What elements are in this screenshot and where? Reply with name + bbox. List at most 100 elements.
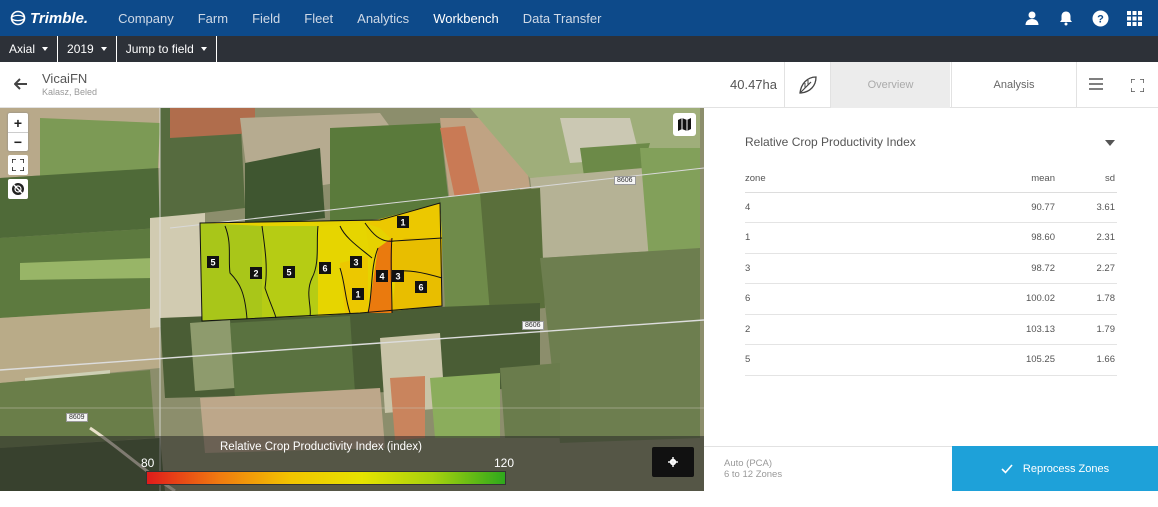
top-navbar: Trimble. Company Farm Field Fleet Analyt… [0, 0, 1158, 36]
jump-label: Jump to field [125, 42, 194, 56]
zone-label: 3 [353, 258, 358, 268]
org-label: Axial [9, 42, 36, 56]
cell-zone: 5 [745, 344, 917, 376]
jump-to-field-dropdown[interactable]: Jump to field [117, 36, 217, 62]
map-footer [0, 491, 704, 507]
zone-label: 3 [395, 272, 400, 282]
zone-stats-table: zone mean sd 4 90.77 3.61 1 98.60 2.31 3 98.7… [745, 166, 1117, 376]
legend-title: Relative Crop Productivity Index (index) [220, 441, 422, 453]
road-label: 8606 [614, 176, 636, 185]
map-legend: Relative Crop Productivity Index (index)… [0, 436, 704, 491]
field-location: Kalasz, Beled [42, 87, 98, 97]
zone-map-overlay[interactable]: 5 2 5 6 3 1 4 3 1 6 [0, 108, 704, 491]
table-row[interactable]: 1 98.60 2.31 [745, 222, 1117, 254]
field-area: 40.47ha [730, 77, 777, 92]
cell-mean: 90.77 [917, 192, 1057, 223]
context-bar: Axial 2019 Jump to field [0, 36, 1158, 62]
back-arrow-icon[interactable] [14, 77, 28, 91]
field-name: VicaiFN [42, 71, 88, 86]
zone-label: 6 [418, 283, 423, 293]
bell-icon[interactable] [1058, 10, 1074, 26]
cell-sd: 2.27 [1057, 253, 1117, 284]
tab-analysis[interactable]: Analysis [951, 62, 1077, 108]
cell-sd: 1.78 [1057, 283, 1117, 315]
trimble-logo[interactable]: Trimble. [10, 10, 88, 27]
reprocess-zones-button[interactable]: Reprocess Zones [952, 446, 1158, 491]
gear-icon [668, 457, 678, 467]
map-settings-button[interactable] [652, 447, 694, 477]
tab-overview[interactable]: Overview [830, 62, 950, 108]
zone-label: 1 [355, 290, 360, 300]
zoning-settings[interactable]: Auto (PCA) 6 to 12 Zones [704, 446, 952, 491]
cell-mean: 103.13 [917, 314, 1057, 345]
zoom-out-button[interactable]: − [8, 132, 28, 151]
table-row[interactable]: 4 90.77 3.61 [745, 192, 1117, 223]
locate-button[interactable] [8, 179, 28, 199]
chevron-down-icon [1105, 140, 1115, 146]
checkmark-icon [1001, 463, 1013, 474]
no-location-icon [12, 183, 24, 195]
cell-mean: 100.02 [917, 283, 1057, 315]
apps-grid-icon[interactable] [1127, 10, 1142, 26]
road-label: 8606 [522, 321, 544, 330]
brand-name: Trimble. [30, 9, 89, 27]
year-label: 2019 [67, 42, 94, 56]
svg-text:?: ? [1097, 13, 1104, 25]
chevron-down-icon [100, 47, 107, 51]
zoning-method: Auto (PCA) [724, 458, 773, 469]
cell-mean: 98.60 [917, 222, 1057, 254]
nav-field[interactable]: Field [240, 11, 292, 26]
chevron-down-icon [42, 47, 49, 51]
nav-fleet[interactable]: Fleet [292, 11, 345, 26]
leaf-icon [798, 76, 817, 94]
hamburger-menu-icon[interactable] [1089, 78, 1103, 90]
org-dropdown[interactable]: Axial [0, 36, 59, 62]
nav-company[interactable]: Company [106, 11, 186, 26]
col-mean: mean [917, 166, 1057, 193]
zoom-control: + − [8, 113, 28, 151]
legend-color-bar [146, 471, 506, 485]
col-sd: sd [1057, 166, 1117, 193]
nav-workbench[interactable]: Workbench [421, 11, 511, 26]
fit-bounds-button[interactable] [8, 155, 28, 175]
table-header-row: zone mean sd [745, 166, 1117, 193]
legend-min: 80 [141, 456, 155, 470]
nav-analytics[interactable]: Analytics [345, 11, 421, 26]
layer-select[interactable]: Relative Crop Productivity Index [745, 135, 1117, 153]
table-row[interactable]: 5 105.25 1.66 [745, 344, 1117, 376]
cell-mean: 98.72 [917, 253, 1057, 284]
cell-zone: 4 [745, 192, 917, 223]
map-type-button[interactable] [673, 113, 696, 136]
table-row[interactable]: 3 98.72 2.27 [745, 253, 1117, 284]
zone-label: 1 [400, 218, 405, 228]
table-row[interactable]: 6 100.02 1.78 [745, 283, 1117, 315]
nav-data-transfer[interactable]: Data Transfer [511, 11, 614, 26]
cell-mean: 105.25 [917, 344, 1057, 376]
road-label: 8609 [66, 413, 88, 422]
layer-select-value: Relative Crop Productivity Index [745, 135, 916, 149]
zone-label: 5 [286, 268, 291, 278]
cell-zone: 3 [745, 253, 917, 284]
fullscreen-icon[interactable] [1131, 79, 1144, 92]
zone-label: 2 [253, 269, 258, 279]
zones-range: 6 to 12 Zones [724, 469, 783, 480]
cell-sd: 1.79 [1057, 314, 1117, 345]
user-icon[interactable] [1024, 10, 1040, 26]
crop-button[interactable] [784, 62, 830, 108]
legend-max: 120 [494, 456, 515, 470]
cell-zone: 2 [745, 314, 917, 345]
main-nav: Company Farm Field Fleet Analytics Workb… [106, 11, 613, 26]
nav-farm[interactable]: Farm [186, 11, 240, 26]
panel-footer [704, 491, 1158, 507]
cell-zone: 1 [745, 222, 917, 254]
table-row[interactable]: 2 103.13 1.79 [745, 314, 1117, 345]
satellite-map[interactable]: 5 2 5 6 3 1 4 3 1 6 8606 8606 8609 + − R… [0, 108, 704, 491]
cell-sd: 1.66 [1057, 344, 1117, 376]
year-dropdown[interactable]: 2019 [58, 36, 117, 62]
help-icon[interactable]: ? [1092, 10, 1109, 27]
col-zone: zone [745, 166, 917, 193]
reprocess-label: Reprocess Zones [1022, 462, 1110, 475]
zoom-in-button[interactable]: + [8, 113, 28, 132]
cell-sd: 2.31 [1057, 222, 1117, 254]
analysis-panel: Relative Crop Productivity Index zone me… [704, 108, 1158, 446]
